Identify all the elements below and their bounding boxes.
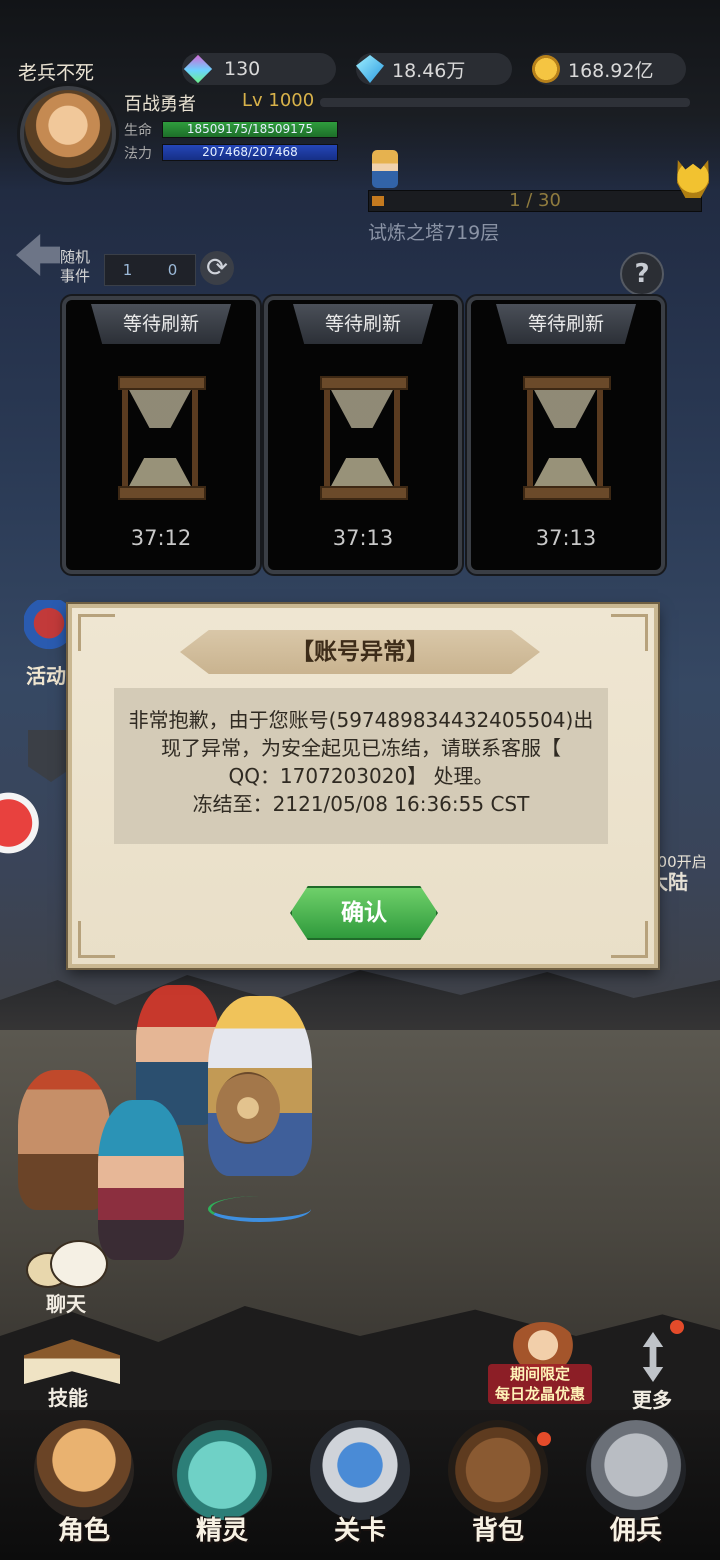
nav-stage-label: 关卡	[333, 1516, 386, 1546]
hp-bar: 18509175/18509175	[162, 121, 338, 138]
activity-label: 活动	[26, 664, 66, 688]
account-abnormal-dialog: 【账号异常】 非常抱歉，由于您账号(597489834432405504)出 现…	[68, 604, 658, 968]
spirit-icon	[172, 1420, 272, 1520]
back-arrow-icon[interactable]	[16, 234, 60, 276]
role-portrait-icon	[34, 1420, 134, 1520]
weibo-icon[interactable]	[0, 790, 42, 856]
dialog-line-1: 非常抱歉，由于您账号(597489834432405504)出	[128, 708, 594, 732]
more-label: 更多	[632, 1388, 672, 1412]
nav-merc-label: 佣兵	[609, 1516, 662, 1546]
event-count-a: 1	[122, 261, 133, 279]
card-status-banner: 等待刷新	[91, 304, 231, 344]
nav-role-label: 角色	[57, 1516, 110, 1546]
notification-dot	[537, 1432, 551, 1446]
gold-coin-icon	[532, 55, 560, 83]
diamond-value: 18.46万	[392, 59, 466, 82]
refresh-icon[interactable]: ⟳	[200, 251, 234, 285]
gold-counter[interactable]: 168.92亿	[532, 53, 686, 85]
nav-stage[interactable]: 关卡	[300, 1420, 420, 1550]
event-card-1[interactable]: 等待刷新 37:12	[62, 296, 260, 574]
dialog-title: 【账号异常】	[180, 630, 540, 674]
diamond-counter[interactable]: 18.46万	[356, 53, 512, 85]
gem-value: 130	[224, 58, 261, 80]
tower-floor-label: 试炼之塔719层	[368, 222, 500, 244]
shield-icon	[216, 1072, 280, 1144]
dialog-line-3: QQ：1707203020】 处理。	[228, 764, 494, 788]
notification-dot	[670, 1320, 684, 1334]
event-card-2[interactable]: 等待刷新 37:13	[264, 296, 462, 574]
activity-icon[interactable]	[24, 600, 74, 658]
nav-bag-label: 背包	[471, 1516, 524, 1546]
experience-bar	[320, 98, 690, 107]
card-timer: 37:12	[130, 526, 192, 550]
nav-spirit[interactable]: 精灵	[162, 1420, 282, 1550]
gem-icon	[183, 54, 213, 84]
hourglass-icon	[320, 376, 408, 500]
gem-counter[interactable]: 130	[182, 53, 336, 85]
random-event-counter: 1 0	[104, 254, 196, 286]
tower-hero-marker	[372, 150, 398, 188]
promo-text: 期间限定 每日龙晶优惠	[494, 1365, 585, 1403]
hero-title: 百战勇者	[124, 94, 196, 115]
hero-brute	[18, 1070, 110, 1210]
player-name: 老兵不死	[18, 62, 95, 84]
selection-ring	[208, 1196, 311, 1222]
player-level: Lv 1000	[242, 90, 315, 111]
card-status-banner: 等待刷新	[496, 304, 636, 344]
diamond-icon	[356, 55, 384, 83]
top-hud-background	[0, 0, 720, 190]
confirm-button[interactable]: 确认	[290, 886, 438, 940]
tower-progress-bar: 1 / 30	[368, 190, 702, 212]
random-event-text: 随机 事件	[60, 248, 91, 285]
card-timer: 37:13	[535, 526, 597, 550]
nav-merc[interactable]: 佣兵	[576, 1420, 696, 1550]
dialog-message: 非常抱歉，由于您账号(597489834432405504)出 现了异常，为安全…	[114, 688, 608, 844]
hourglass-icon	[118, 376, 206, 500]
chat-label: 聊天	[46, 1292, 86, 1316]
hero-blue-archer	[98, 1100, 184, 1260]
promo-label[interactable]: 期间限定 每日龙晶优惠	[488, 1364, 592, 1404]
nav-role[interactable]: 角色	[24, 1420, 144, 1550]
dialog-line-4: 冻结至：2121/05/08 16:36:55 CST	[192, 792, 530, 816]
dialog-line-2: 现了异常，为安全起见已冻结，请联系客服【	[161, 736, 561, 760]
stage-gate-icon	[310, 1420, 410, 1520]
nav-spirit-label: 精灵	[195, 1516, 248, 1546]
skill-label: 技能	[48, 1386, 88, 1410]
event-card-3[interactable]: 等待刷新 37:13	[467, 296, 665, 574]
card-timer: 37:13	[332, 526, 394, 550]
mp-label: 法力	[124, 146, 152, 162]
hp-label: 生命	[124, 123, 152, 139]
card-status-banner: 等待刷新	[293, 304, 433, 344]
random-event-label: 随机 事件	[60, 248, 100, 286]
player-avatar[interactable]	[20, 86, 116, 182]
knight-helmet-icon	[586, 1420, 686, 1520]
mp-bar: 207468/207468	[162, 144, 338, 161]
tower-progress-fill	[372, 196, 384, 206]
chat-icon[interactable]	[26, 1238, 108, 1294]
backpack-icon	[448, 1420, 548, 1520]
gold-value: 168.92亿	[568, 59, 654, 82]
question-icon[interactable]: ?	[620, 252, 664, 296]
event-count-b: 0	[167, 261, 178, 279]
hourglass-icon	[523, 376, 611, 500]
